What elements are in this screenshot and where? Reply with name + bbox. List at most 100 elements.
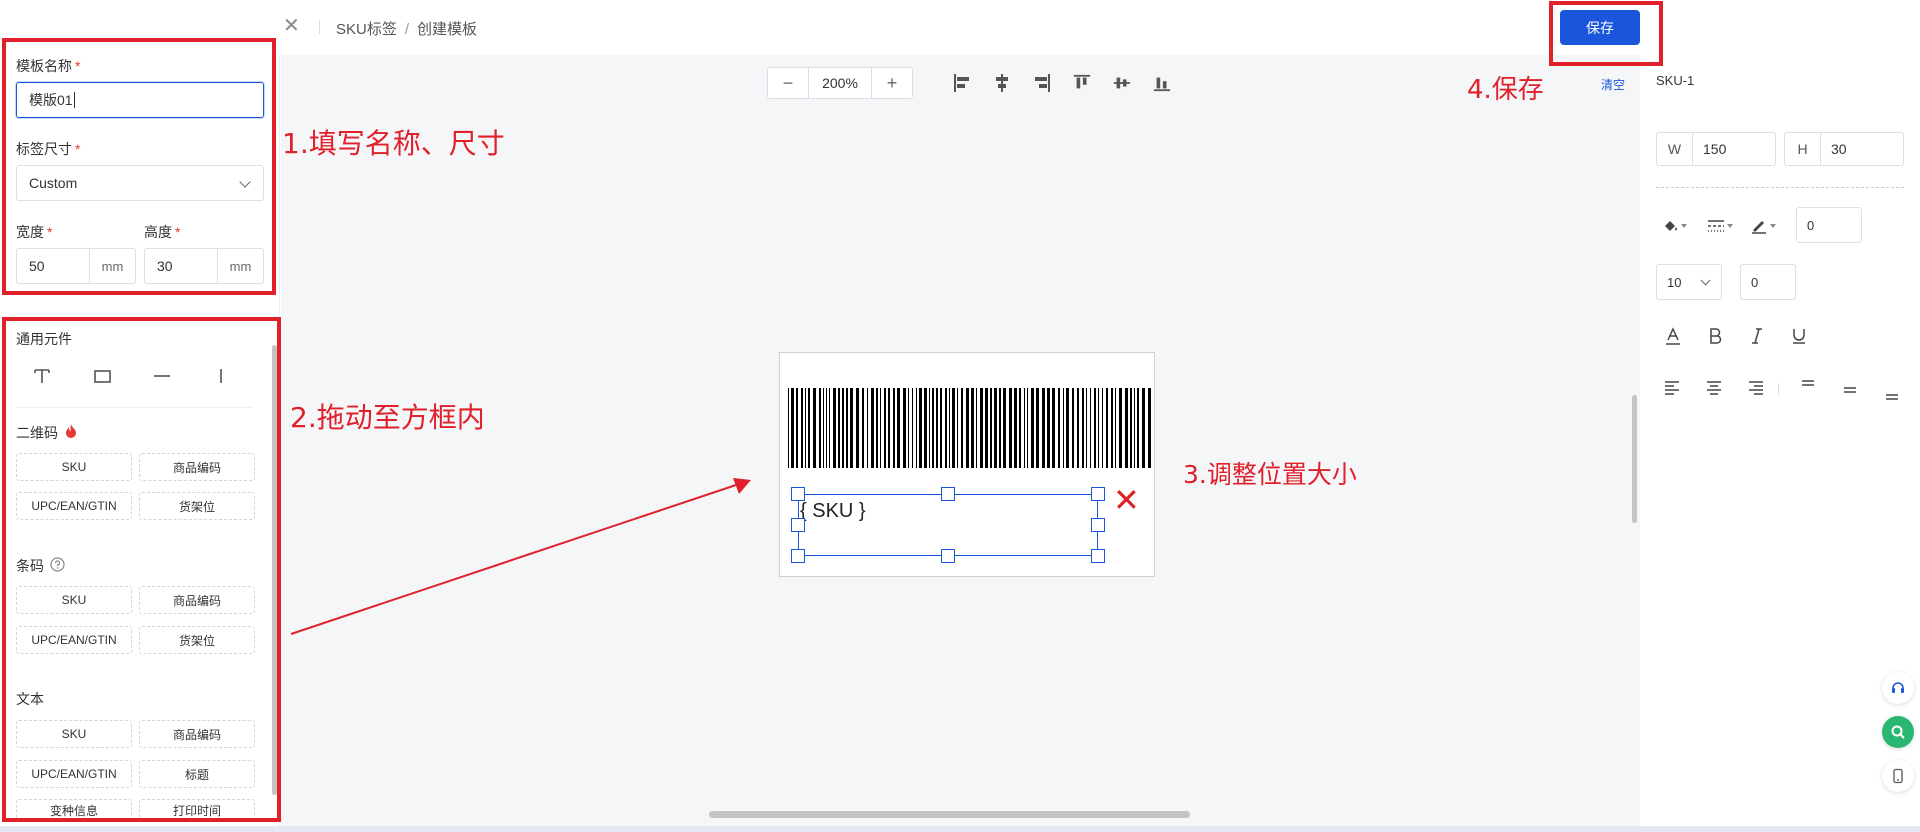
letter-spacing-input[interactable]: 0 (1740, 264, 1796, 300)
barcode-bar (1142, 388, 1145, 468)
barcode-bar (952, 388, 955, 468)
barcode-bar (1090, 388, 1091, 468)
font-size-select[interactable]: 10 (1656, 264, 1722, 300)
height-field[interactable]: H 30 (1784, 132, 1904, 166)
barcode-element[interactable] (788, 388, 1152, 468)
bold-icon[interactable] (1707, 327, 1723, 345)
barcode-bar (999, 388, 1001, 468)
height-field-label: H (1785, 133, 1821, 165)
barcode-bar (1115, 388, 1116, 468)
barcode-bar (805, 388, 806, 468)
delete-element-icon[interactable]: ✕ (1113, 484, 1140, 516)
resize-handle[interactable] (941, 549, 955, 563)
barcode-bar (880, 388, 881, 468)
vertical-align-top-icon[interactable] (1800, 378, 1816, 394)
barcode-bar (1102, 388, 1103, 468)
text-align-center-icon[interactable] (1706, 380, 1722, 396)
zoom-out-button[interactable]: − (768, 68, 808, 98)
resize-handle[interactable] (1091, 487, 1105, 501)
barcode-bar (908, 388, 909, 468)
divider (1778, 383, 1779, 395)
resize-handle[interactable] (941, 487, 955, 501)
bottom-strip (0, 826, 1920, 832)
support-button[interactable] (1882, 672, 1914, 704)
barcode-bar (929, 388, 930, 468)
barcode-bar (903, 388, 906, 468)
clear-canvas-link[interactable]: 清空 (1601, 76, 1625, 93)
zoom-in-button[interactable]: + (872, 68, 912, 98)
barcode-bar (1094, 388, 1096, 468)
align-left-icon[interactable] (953, 73, 971, 93)
search-button[interactable] (1882, 716, 1914, 748)
barcode-bar (862, 388, 864, 468)
barcode-bar (1036, 388, 1039, 468)
resize-handle[interactable] (791, 549, 805, 563)
annotation-step1: 1.填写名称、尺寸 (282, 127, 505, 160)
barcode-bar (1119, 388, 1122, 468)
sku-text-element[interactable]: { SKU } (800, 500, 866, 523)
barcode-bar (1003, 388, 1006, 468)
close-icon[interactable]: ✕ (283, 16, 300, 36)
barcode-bar (1009, 388, 1012, 468)
fill-color-icon[interactable] (1662, 217, 1690, 235)
barcode-bar (1031, 388, 1034, 468)
barcode-bar (808, 388, 810, 468)
align-bottom-icon[interactable] (1153, 73, 1171, 93)
annotation-step3: 3.调整位置大小 (1183, 460, 1357, 489)
align-center-horizontal-icon[interactable] (993, 73, 1011, 93)
canvas-horizontal-scrollbar[interactable] (709, 811, 1190, 818)
barcode-bar (893, 388, 895, 468)
barcode-bar (819, 388, 821, 468)
underline-icon[interactable] (1791, 327, 1807, 345)
resize-handle[interactable] (791, 487, 805, 501)
element-name: SKU-1 (1656, 73, 1695, 88)
barcode-bar (867, 388, 868, 468)
barcode-bar (1125, 388, 1128, 468)
barcode-bar (842, 388, 844, 468)
align-right-icon[interactable] (1033, 73, 1051, 93)
barcode-bar (1058, 388, 1060, 468)
barcode-bar (994, 388, 997, 468)
width-field[interactable]: W 150 (1656, 132, 1776, 166)
app-root: ✕ SKU标签 / 创建模板 保存 模板名称 * 模版01 标签尺寸 * Custom … (0, 0, 1920, 832)
zoom-control: − 200% + (767, 67, 913, 99)
text-align-right-icon[interactable] (1748, 380, 1764, 396)
annotation-box-form (2, 38, 276, 295)
barcode-bar (985, 388, 988, 468)
barcode-bar (971, 388, 974, 468)
breadcrumb-root[interactable]: SKU标签 (336, 21, 397, 38)
barcode-bar (801, 388, 803, 468)
border-color-icon[interactable] (1750, 217, 1780, 235)
barcode-bar (980, 388, 983, 468)
align-middle-vertical-icon[interactable] (1113, 73, 1131, 93)
vertical-align-middle-icon[interactable] (1842, 382, 1858, 398)
canvas-vertical-scrollbar[interactable] (1632, 395, 1637, 523)
resize-handle[interactable] (1091, 518, 1105, 532)
barcode-bar (823, 388, 824, 468)
italic-icon[interactable] (1749, 327, 1765, 345)
barcode-bar (1063, 388, 1064, 468)
barcode-bar (888, 388, 890, 468)
resize-handle[interactable] (1091, 549, 1105, 563)
divider (1656, 187, 1904, 188)
mobile-icon (1893, 768, 1903, 784)
vertical-align-bottom-icon[interactable] (1884, 386, 1900, 402)
resize-handle[interactable] (791, 518, 805, 532)
barcode-bar (833, 388, 836, 468)
barcode-bar (1111, 388, 1113, 468)
text-color-icon[interactable] (1664, 327, 1682, 347)
width-field-label: W (1657, 133, 1693, 165)
height-field-value: 30 (1831, 141, 1847, 157)
barcode-bar (976, 388, 977, 468)
barcode-bar (1052, 388, 1055, 468)
text-align-left-icon[interactable] (1664, 380, 1680, 396)
border-width-input[interactable]: 0 (1796, 207, 1862, 243)
mobile-button[interactable] (1882, 760, 1914, 792)
width-field-value: 150 (1703, 141, 1727, 157)
border-style-icon[interactable] (1706, 217, 1736, 235)
properties-panel: SKU-1 W 150 H 30 0 10 0 (1640, 55, 1920, 830)
barcode-bar (788, 388, 789, 468)
barcode-bar (813, 388, 816, 468)
barcode-bar (1024, 388, 1025, 468)
align-top-icon[interactable] (1073, 73, 1091, 93)
